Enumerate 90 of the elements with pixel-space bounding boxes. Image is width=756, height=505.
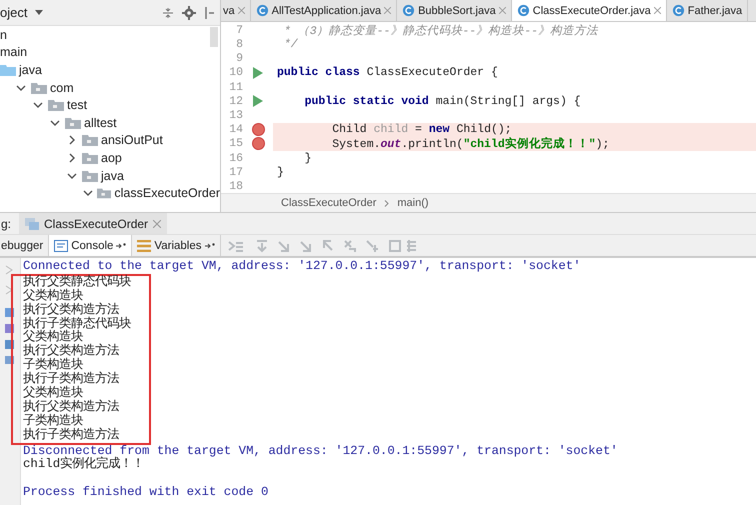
caret-icon[interactable] [35,10,44,15]
line-number: 8 [235,38,243,51]
folder-icon [82,134,98,146]
console-line: child实例化完成！！ [23,458,146,472]
folder-icon [31,82,47,94]
breadcrumb[interactable]: ClassExecuteOrder [281,197,376,210]
panel-title: g: [0,216,12,230]
console-line: Process finished with exit code 0 [23,486,270,500]
chevron-down-icon[interactable] [67,170,77,181]
tree-item[interactable]: java [101,168,124,183]
chevron-down-icon[interactable] [16,82,26,93]
code-line: } [276,166,284,179]
console-line: 执行父类构造方法 [23,304,119,317]
tree-item[interactable]: alltest [84,116,117,130]
tree-item[interactable]: classExecuteOrder [114,186,220,200]
close-icon[interactable] [654,7,661,14]
console-line: 子类构造块 [23,359,84,372]
windows-icon [25,218,40,230]
run-icon[interactable] [253,95,263,108]
breadcrumb[interactable]: main() [397,197,429,210]
folder-icon [97,187,112,200]
code-line: public class ClassExecuteOrder { [276,66,498,80]
breakpoint-icon[interactable] [252,137,264,150]
class-icon [516,4,530,18]
class-icon [672,4,685,18]
console-line: 执行父类构造方法 [23,400,120,414]
panel-title[interactable]: oject [0,5,28,20]
folder-icon [82,152,98,164]
line-number: 14 [228,123,243,136]
folder-icon [65,116,81,129]
line-number: 10 [228,66,243,80]
console-line: 执行子类构造方法 [23,373,120,386]
tree-item[interactable]: test [67,98,88,112]
tree-item[interactable]: main [0,45,28,60]
folder-icon [0,64,16,76]
console-icon [54,240,68,252]
file-tab[interactable]: va [221,0,251,22]
code-line: */ [282,38,298,51]
console-line: 父类构造块 [23,331,84,344]
chevron-right-icon [384,200,390,207]
chevron-down-icon[interactable] [33,100,43,110]
tree-item[interactable]: ansiOutPut [101,133,163,148]
tree-item[interactable]: java [19,62,42,77]
settings-icon[interactable] [182,6,196,20]
chevron-right-icon[interactable] [67,152,77,163]
debug-tab[interactable]: Variables [132,235,221,256]
list-icon [137,240,152,252]
folder-icon [82,170,98,182]
console-line: 父类构造块 [23,290,84,303]
console-line: 执行子类静态代码块 [23,318,132,331]
console-line: Disconnected from the target VM, address: '127.0.0.1:55997', transport: 'socket' [23,444,619,458]
collapse-icon[interactable] [162,6,174,18]
line-number: 11 [228,80,243,94]
scrollbar-thumb[interactable] [210,27,218,47]
code-line: Child child = new Child(); [331,123,512,136]
console-line: 执行父类构造方法 [23,345,120,358]
file-tab[interactable]: Father.java [666,0,748,22]
code-line: } [304,152,312,164]
console-line: 父类构造块 [23,387,84,400]
file-tab[interactable]: ClassExecuteOrder.java [512,0,667,22]
folder-icon [48,99,64,112]
line-number: 7 [235,24,243,37]
console-line: 执行父类静态代码块 [23,276,132,289]
code-line: * （3）静态变量--》静态代码块--》构造块--》构造方法 [282,23,598,38]
code-line: public static void main(String[] args) { [304,94,581,108]
line-number: 15 [228,137,243,150]
line-number: 17 [228,166,243,179]
class-icon [256,4,269,18]
line-number: 9 [235,52,243,66]
chevron-down-icon[interactable] [50,118,60,128]
file-tab[interactable]: BubbleSort.java [397,0,512,22]
tree-item[interactable]: n [0,28,7,42]
breakpoint-icon[interactable] [252,123,264,136]
tree-item[interactable]: com [50,80,74,95]
tree-item[interactable]: aop [101,150,122,165]
line-number: 16 [228,152,243,164]
class-icon [402,4,416,18]
chevron-down-icon[interactable] [83,188,94,198]
debug-tab[interactable]: Console [49,235,132,256]
line-number: 13 [228,108,243,122]
line-number: 12 [228,94,243,108]
chevron-right-icon[interactable] [67,135,77,146]
code-line: System.out.println("child实例化完成！！"); [331,136,610,152]
console-line: 子类构造块 [23,414,84,428]
console-line: 执行子类构造方法 [23,428,120,443]
session-tab[interactable]: ClassExecuteOrder [19,213,168,234]
file-tab[interactable]: AllTestApplication.java [250,0,398,22]
line-number: 18 [228,180,243,193]
console-line: Connected to the target VM, address: '127.0.0.1:55997', transport: 'socket' [23,260,582,274]
run-icon[interactable] [253,66,263,79]
